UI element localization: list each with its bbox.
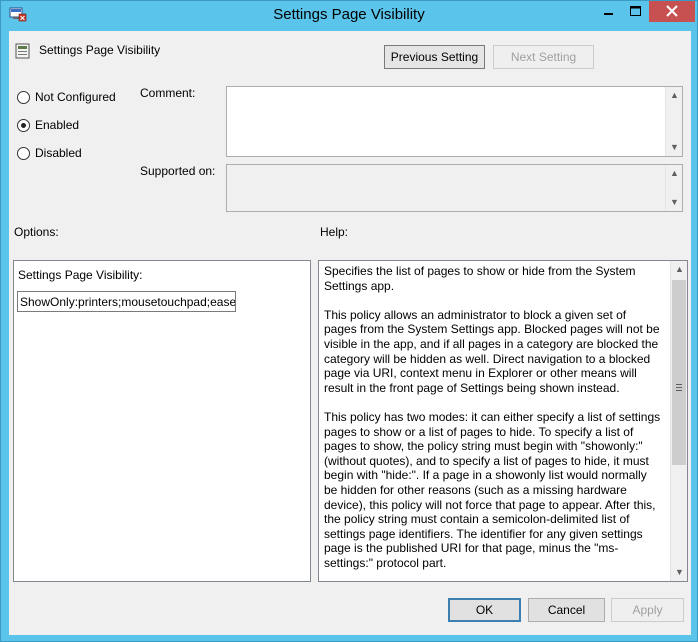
supported-scrollbar[interactable]: ▲ ▼	[665, 165, 682, 211]
help-scroll-thumb[interactable]	[672, 280, 686, 465]
help-section-label: Help:	[320, 225, 349, 239]
settings-page-visibility-input[interactable]: ShowOnly:printers;mousetouchpad;ease	[17, 291, 236, 312]
scroll-down-arrow-icon[interactable]: ▼	[666, 139, 683, 156]
options-section-label: Options:	[14, 225, 59, 239]
previous-setting-button[interactable]: Previous Setting	[384, 45, 485, 69]
help-paragraph: Specifies the list of pages to show or h…	[324, 264, 636, 293]
close-icon	[666, 5, 678, 17]
ok-button[interactable]: OK	[448, 598, 521, 622]
scroll-up-arrow-icon[interactable]: ▲	[666, 165, 683, 182]
close-button[interactable]	[649, 1, 695, 22]
help-panel: Specifies the list of pages to show or h…	[318, 260, 688, 582]
radio-label: Enabled	[35, 118, 80, 132]
help-paragraph: This policy allows an administrator to b…	[324, 307, 660, 395]
help-scrollbar[interactable]: ▲ ▼	[670, 261, 687, 581]
grip-icon	[676, 384, 682, 391]
scroll-up-arrow-icon[interactable]: ▲	[666, 87, 683, 104]
dialog-client-area: Settings Page Visibility Previous Settin…	[9, 31, 691, 635]
setting-name: Settings Page Visibility	[39, 43, 161, 57]
radio-label: Disabled	[35, 146, 82, 160]
minimize-icon	[604, 13, 613, 15]
radio-circle[interactable]	[17, 147, 30, 160]
dialog-window: Settings Page Visibility Settings Page V…	[0, 0, 698, 642]
minimize-button[interactable]	[595, 1, 622, 22]
comment-scrollbar[interactable]: ▲ ▼	[665, 87, 682, 156]
setting-icon	[15, 43, 30, 59]
apply-button[interactable]: Apply	[611, 598, 684, 622]
radio-circle[interactable]	[17, 119, 30, 132]
radio-circle[interactable]	[17, 91, 30, 104]
scroll-down-arrow-icon[interactable]: ▼	[671, 564, 687, 581]
cancel-button[interactable]: Cancel	[528, 598, 605, 622]
supported-on-label: Supported on:	[140, 164, 216, 178]
next-setting-button[interactable]: Next Setting	[493, 45, 594, 69]
comment-label: Comment:	[140, 86, 196, 100]
scroll-up-arrow-icon[interactable]: ▲	[671, 261, 687, 278]
window-title: Settings Page Visibility	[273, 6, 425, 23]
title-bar[interactable]: Settings Page Visibility	[1, 1, 697, 29]
options-field-label: Settings Page Visibility:	[18, 268, 143, 282]
comment-textarea[interactable]: ▲ ▼	[226, 86, 683, 157]
radio-label: Not Configured	[35, 90, 116, 104]
help-text: Specifies the list of pages to show or h…	[324, 264, 662, 581]
scroll-down-arrow-icon[interactable]: ▼	[666, 194, 683, 211]
options-panel: Settings Page Visibility: ShowOnly:print…	[13, 260, 311, 582]
maximize-button[interactable]	[622, 1, 649, 22]
maximize-icon	[630, 6, 641, 16]
help-paragraph: This policy has two modes: it can either…	[324, 409, 661, 570]
radio-selected-dot	[21, 123, 26, 128]
supported-on-field: ▲ ▼	[226, 164, 683, 212]
